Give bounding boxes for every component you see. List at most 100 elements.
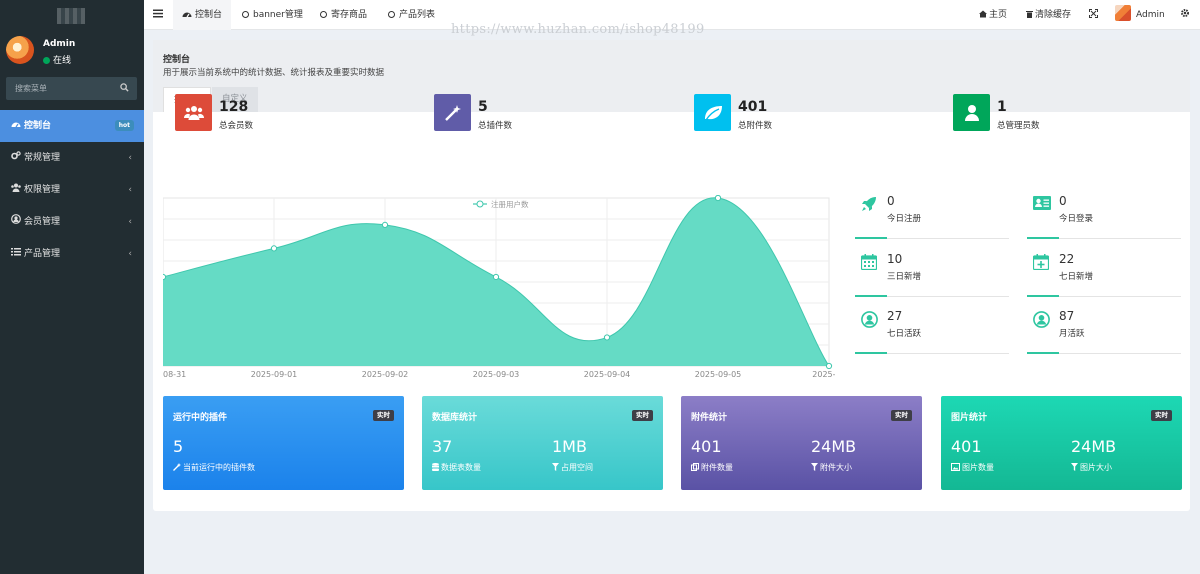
mini-stat-label: 月活跃 bbox=[1059, 329, 1085, 339]
card-title: 数据库统计 bbox=[432, 413, 478, 423]
card-value: 24MB bbox=[1071, 437, 1117, 456]
sidebar: Admin 在线 搜索菜单 控制台 hot 常规管理 ‹ 权限管理 ‹ 会员管理… bbox=[0, 0, 144, 574]
sidebar-item-label: 产品管理 bbox=[24, 249, 61, 259]
chevron-left-icon: ‹ bbox=[128, 217, 132, 227]
card-label-text: 附件数量 bbox=[701, 463, 733, 472]
card-value: 37 bbox=[432, 437, 453, 456]
sidebar-toggle-button[interactable] bbox=[153, 0, 163, 30]
sidebar-item-label: 权限管理 bbox=[24, 185, 61, 195]
logo[interactable] bbox=[57, 8, 85, 24]
calendar-icon bbox=[860, 254, 879, 272]
mini-stat-monthly-active: 87 月活跃 bbox=[1027, 306, 1181, 354]
card-title: 图片统计 bbox=[951, 413, 988, 423]
card-label-text: 附件大小 bbox=[820, 463, 852, 472]
menu-search-input[interactable]: 搜索菜单 bbox=[6, 77, 137, 100]
card-title: 附件统计 bbox=[691, 413, 728, 423]
card-label: 当前运行中的插件数 bbox=[173, 462, 255, 473]
stat-attachments: 401 总附件数 bbox=[694, 94, 894, 134]
search-icon[interactable] bbox=[120, 83, 129, 95]
user-menu[interactable]: Admin bbox=[1115, 0, 1165, 30]
stat-value: 401 bbox=[738, 99, 768, 115]
chevron-left-icon: ‹ bbox=[128, 249, 132, 259]
tab-product-list[interactable]: 产品列表 bbox=[388, 0, 435, 30]
user-name: Admin bbox=[43, 39, 76, 49]
user-panel: Admin 在线 bbox=[6, 36, 138, 68]
group-icon bbox=[10, 174, 22, 206]
mini-stat-value: 87 bbox=[1059, 309, 1075, 323]
mini-stat-value: 27 bbox=[887, 309, 903, 323]
data-point bbox=[603, 334, 611, 341]
image-icon bbox=[951, 463, 960, 471]
trash-icon bbox=[1026, 11, 1033, 18]
dashboard-icon bbox=[182, 12, 192, 18]
x-tick-label: 2025-09-02 bbox=[362, 370, 409, 379]
stat-label: 总管理员数 bbox=[997, 121, 1040, 131]
registration-chart: 08-31 2025-09-01 2025-09-02 2025-09-03 2025-… bbox=[163, 195, 835, 379]
legend-marker bbox=[476, 200, 484, 208]
filter-icon bbox=[552, 463, 559, 471]
mini-stat-today-register: 0 今日注册 bbox=[855, 191, 1009, 239]
rocket-icon bbox=[861, 196, 879, 214]
search-placeholder: 搜索菜单 bbox=[15, 84, 47, 93]
data-point bbox=[492, 273, 500, 281]
users-icon bbox=[175, 94, 212, 131]
vcard-icon bbox=[1033, 196, 1051, 214]
card-database: 数据库统计 实时 37 数据表数量 1MB 占用空间 bbox=[422, 396, 663, 490]
mini-stat-label: 七日活跃 bbox=[887, 329, 922, 339]
tab-dashboard[interactable]: 控制台 bbox=[173, 0, 232, 30]
realtime-badge: 实时 bbox=[373, 410, 394, 421]
settings-button[interactable] bbox=[1180, 0, 1190, 30]
user-icon bbox=[953, 94, 990, 131]
accent-bar bbox=[855, 295, 887, 297]
database-icon bbox=[432, 463, 439, 471]
circle-icon bbox=[242, 11, 249, 18]
gears-icon bbox=[1181, 9, 1189, 17]
realtime-badge: 实时 bbox=[632, 410, 653, 421]
card-label-text: 图片数量 bbox=[962, 463, 994, 472]
home-icon bbox=[979, 10, 987, 18]
sidebar-item-permission[interactable]: 权限管理 ‹ bbox=[0, 174, 144, 206]
online-dot-icon bbox=[43, 57, 50, 64]
tab-label: banner管理 bbox=[253, 10, 303, 20]
tab-banner[interactable]: banner管理 bbox=[242, 0, 303, 30]
card-title: 运行中的插件 bbox=[173, 413, 228, 423]
mini-stat-seven-day-new: 22 七日新增 bbox=[1027, 249, 1181, 297]
x-tick-label: 2025-09-01 bbox=[251, 370, 298, 379]
card-label: 附件大小 bbox=[811, 462, 852, 473]
sidebar-item-general[interactable]: 常规管理 ‹ bbox=[0, 142, 144, 174]
x-tick-label: 08-31 bbox=[163, 370, 186, 379]
clear-cache-button[interactable]: 清除缓存 bbox=[1026, 0, 1071, 30]
sidebar-item-members[interactable]: 会员管理 ‹ bbox=[0, 206, 144, 238]
card-label-text: 图片大小 bbox=[1080, 463, 1112, 472]
tab-stored-goods[interactable]: 寄存商品 bbox=[320, 0, 367, 30]
list-icon bbox=[10, 238, 22, 270]
stat-members: 128 总会员数 bbox=[175, 94, 375, 134]
accent-bar bbox=[855, 352, 887, 354]
tab-label: 控制台 bbox=[195, 10, 223, 20]
stat-label: 总附件数 bbox=[738, 121, 773, 131]
home-link[interactable]: 主页 bbox=[979, 0, 1007, 30]
fullscreen-button[interactable] bbox=[1089, 0, 1098, 30]
sidebar-item-label: 常规管理 bbox=[24, 153, 61, 163]
card-label: 图片数量 bbox=[951, 462, 994, 473]
x-tick-label: 2025-09-04 bbox=[584, 370, 631, 379]
x-tick-label: 2025-09-05 bbox=[695, 370, 742, 379]
tab-label: 寄存商品 bbox=[331, 10, 368, 20]
accent-bar bbox=[1027, 295, 1059, 297]
hot-badge: hot bbox=[114, 120, 134, 131]
sidebar-item-dashboard[interactable]: 控制台 hot bbox=[0, 110, 144, 142]
accent-bar bbox=[1027, 237, 1059, 239]
sidebar-item-products[interactable]: 产品管理 ‹ bbox=[0, 238, 144, 270]
magic-icon bbox=[434, 94, 471, 131]
filter-icon bbox=[1071, 463, 1078, 471]
stat-value: 1 bbox=[997, 99, 1007, 115]
user-circle-icon bbox=[10, 206, 22, 238]
card-label: 附件数量 bbox=[691, 462, 733, 473]
mini-stat-seven-day-active: 27 七日活跃 bbox=[855, 306, 1009, 354]
stat-label: 总会员数 bbox=[219, 121, 254, 131]
mini-stat-label: 三日新增 bbox=[887, 272, 922, 282]
mini-stat-today-login: 0 今日登录 bbox=[1027, 191, 1181, 239]
cogs-icon bbox=[10, 142, 22, 174]
calendar-plus-icon bbox=[1032, 254, 1051, 272]
data-point bbox=[714, 195, 722, 202]
